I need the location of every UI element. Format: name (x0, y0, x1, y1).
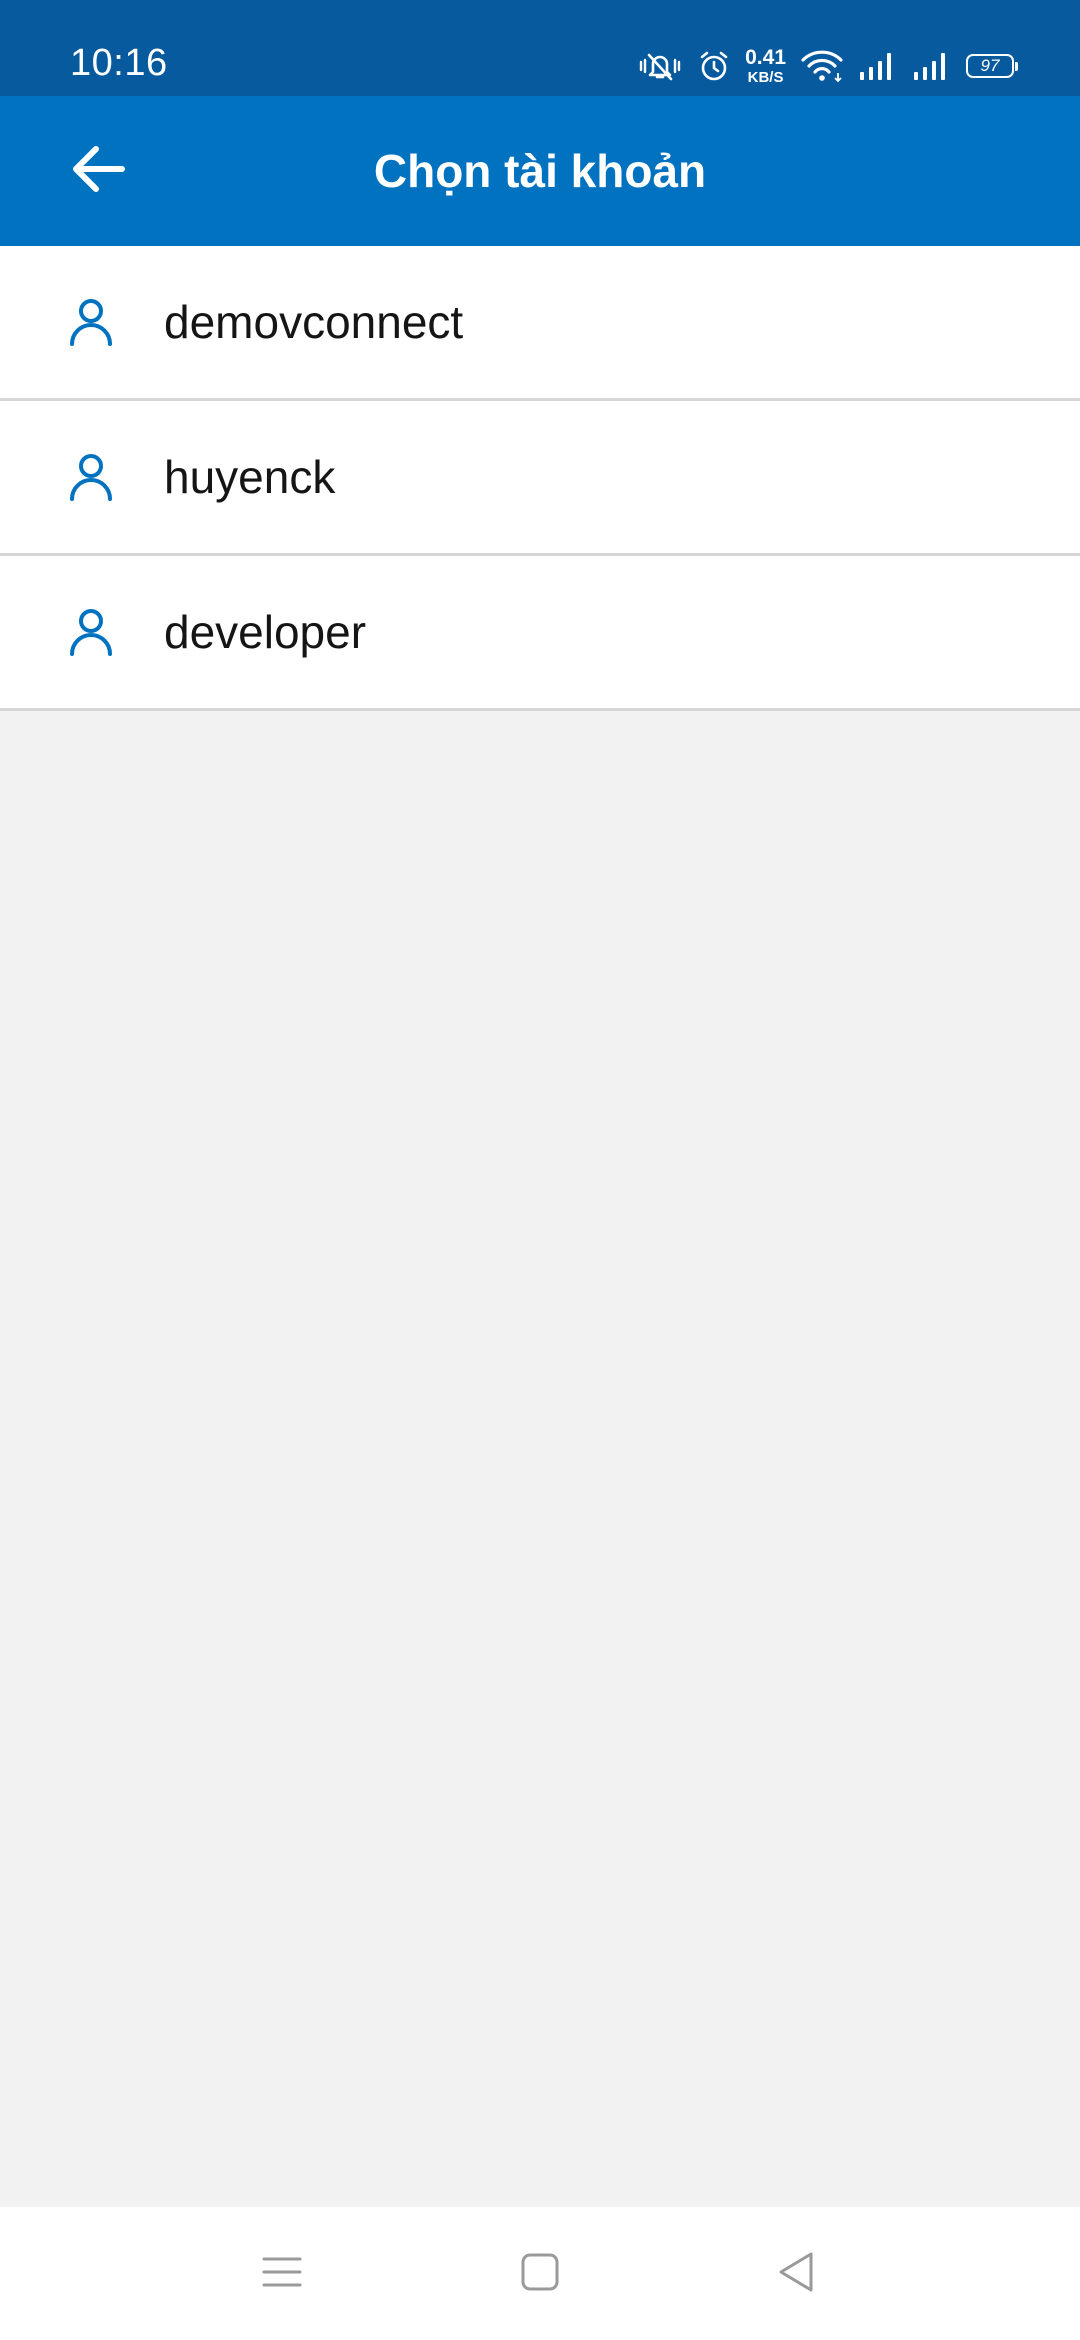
wifi-icon (800, 49, 844, 83)
network-speed: 0.41 KB/S (745, 47, 786, 85)
app-bar: Chọn tài khoản (0, 96, 1080, 246)
back-icon (776, 2250, 816, 2299)
signal-icon (858, 50, 898, 82)
account-item-demovconnect[interactable]: demovconnect (0, 246, 1080, 401)
battery-icon: 97 (966, 54, 1018, 78)
user-icon (66, 297, 116, 347)
signal-icon (912, 50, 952, 82)
account-item-developer[interactable]: developer (0, 556, 1080, 711)
account-item-huyenck[interactable]: huyenck (0, 401, 1080, 556)
page-title: Chọn tài khoản (373, 145, 707, 197)
system-navigation-bar (0, 2207, 1080, 2340)
account-name: huyenck (164, 451, 336, 503)
recent-apps-button[interactable] (227, 2231, 337, 2317)
alarm-icon (697, 49, 731, 83)
account-name: demovconnect (164, 296, 464, 348)
account-list: demovconnect huyenck developer (0, 246, 1080, 711)
status-bar: 10:16 0.41 KB/S 97 (0, 0, 1080, 96)
home-icon (520, 2252, 560, 2297)
menu-icon (262, 2255, 302, 2294)
user-icon (66, 607, 116, 657)
user-icon (66, 452, 116, 502)
account-name: developer (164, 606, 367, 658)
system-back-button[interactable] (741, 2231, 851, 2317)
vibrate-mute-icon (637, 50, 683, 82)
network-speed-value: 0.41 (745, 46, 786, 69)
home-button[interactable] (485, 2231, 595, 2317)
network-speed-unit: KB/S (747, 69, 784, 86)
status-icons: 0.41 KB/S 97 (637, 44, 1018, 88)
status-time: 10:16 (70, 42, 168, 84)
